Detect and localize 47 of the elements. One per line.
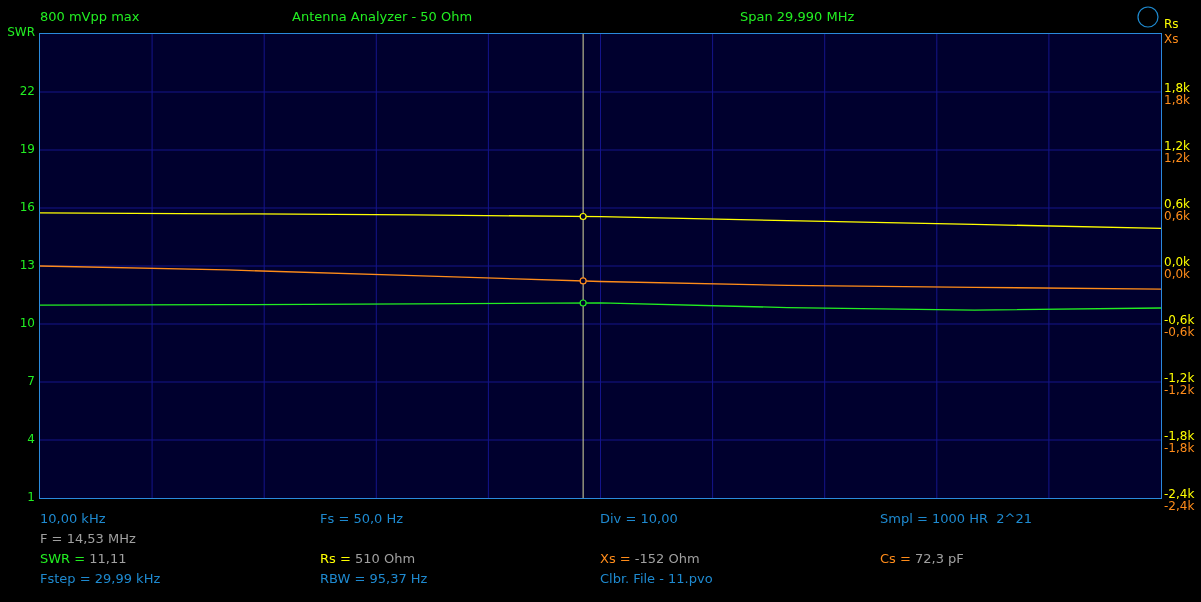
- axis-label: 1,8k: [1164, 82, 1191, 95]
- axis-label: 10: [19, 317, 35, 330]
- axis-label: -1,2k: [1164, 384, 1195, 397]
- reading-text: F = 14,53 MHz: [40, 530, 137, 546]
- setting-text: Smpl = 1000 HR 2^21: [880, 510, 1033, 526]
- axis-label: -2,4k: [1164, 488, 1195, 501]
- axis-title: Xs: [1164, 33, 1179, 46]
- setting-text: 10,00 kHz: [40, 510, 107, 526]
- axis-label: 0,6k: [1164, 210, 1191, 223]
- axis-label: -2,4k: [1164, 500, 1195, 513]
- axis-label: 1: [27, 491, 35, 504]
- axis-label: 7: [27, 375, 35, 388]
- measurement-text: Rs = 510 Ohm: [320, 550, 417, 566]
- cursor-marker: [579, 299, 587, 307]
- axis-label: -1,8k: [1164, 430, 1195, 443]
- header-text: 800 mVpp max: [40, 9, 141, 24]
- circle-icon[interactable]: [1137, 6, 1159, 28]
- axis-label: -1,8k: [1164, 442, 1195, 455]
- axis-label: 16: [19, 201, 35, 214]
- setting-text: Div = 10,00: [600, 510, 679, 526]
- axis-title: SWR: [7, 26, 35, 39]
- setting-text: RBW = 95,37 Hz: [320, 570, 429, 586]
- cursor-marker: [579, 277, 587, 285]
- axis-title: Rs: [1164, 18, 1179, 31]
- header-text: Antenna Analyzer - 50 Ohm: [292, 9, 474, 24]
- axis-label: 0,0k: [1164, 256, 1191, 269]
- cursor-marker: [579, 212, 587, 221]
- axis-label: -0,6k: [1164, 314, 1195, 327]
- axis-label: 0,0k: [1164, 268, 1191, 281]
- axis-label: 1,2k: [1164, 152, 1191, 165]
- axis-label: -0,6k: [1164, 326, 1195, 339]
- axis-label: 4: [27, 433, 35, 446]
- axis-label: 1,2k: [1164, 140, 1191, 153]
- axis-label: 0,6k: [1164, 198, 1191, 211]
- header-text: Span 29,990 MHz: [740, 9, 855, 24]
- measurement-text: SWR = 11,11: [40, 550, 128, 566]
- axis-label: -1,2k: [1164, 372, 1195, 385]
- axis-label: 19: [19, 143, 35, 156]
- measurement-text: Cs = 72,3 pF: [880, 550, 965, 566]
- axis-label: 22: [19, 85, 35, 98]
- setting-text: Fs = 50,0 Hz: [320, 510, 405, 526]
- measurement-text: Xs = -152 Ohm: [600, 550, 701, 566]
- axis-label: 1,8k: [1164, 94, 1191, 107]
- cursor-line[interactable]: [582, 34, 584, 498]
- axis-label: 13: [19, 259, 35, 272]
- setting-text: Clbr. File - 11.pvo: [600, 570, 714, 586]
- setting-text: Fstep = 29,99 kHz: [40, 570, 162, 586]
